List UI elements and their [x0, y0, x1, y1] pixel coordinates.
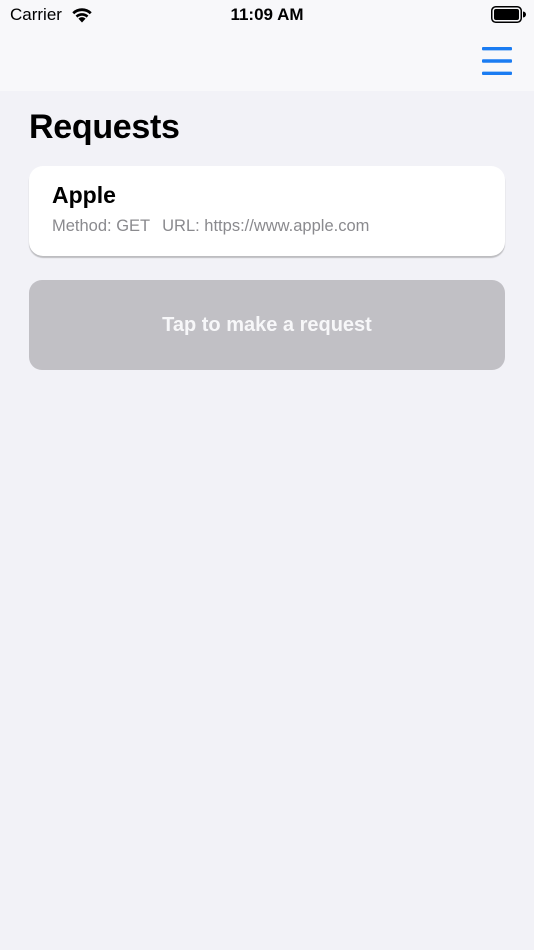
request-details: Method: GET URL: https://www.apple.com	[52, 217, 369, 236]
status-bar: Carrier 11:09 AM	[0, 0, 534, 30]
status-time: 11:09 AM	[230, 5, 304, 24]
request-method: Method: GET	[52, 217, 151, 235]
hamburger-menu-icon	[482, 47, 512, 75]
menu-button[interactable]	[478, 44, 516, 78]
request-card-apple[interactable]: Apple Method: GET URL: https://www.apple.…	[29, 166, 505, 256]
request-url: URL: https://www.apple.com	[162, 217, 370, 235]
make-request-button[interactable]: Tap to make a request	[29, 280, 505, 370]
battery-icon	[491, 6, 526, 23]
request-name: Apple	[52, 182, 116, 208]
navigation-bar	[0, 30, 534, 91]
page-title: Requests	[29, 108, 180, 146]
